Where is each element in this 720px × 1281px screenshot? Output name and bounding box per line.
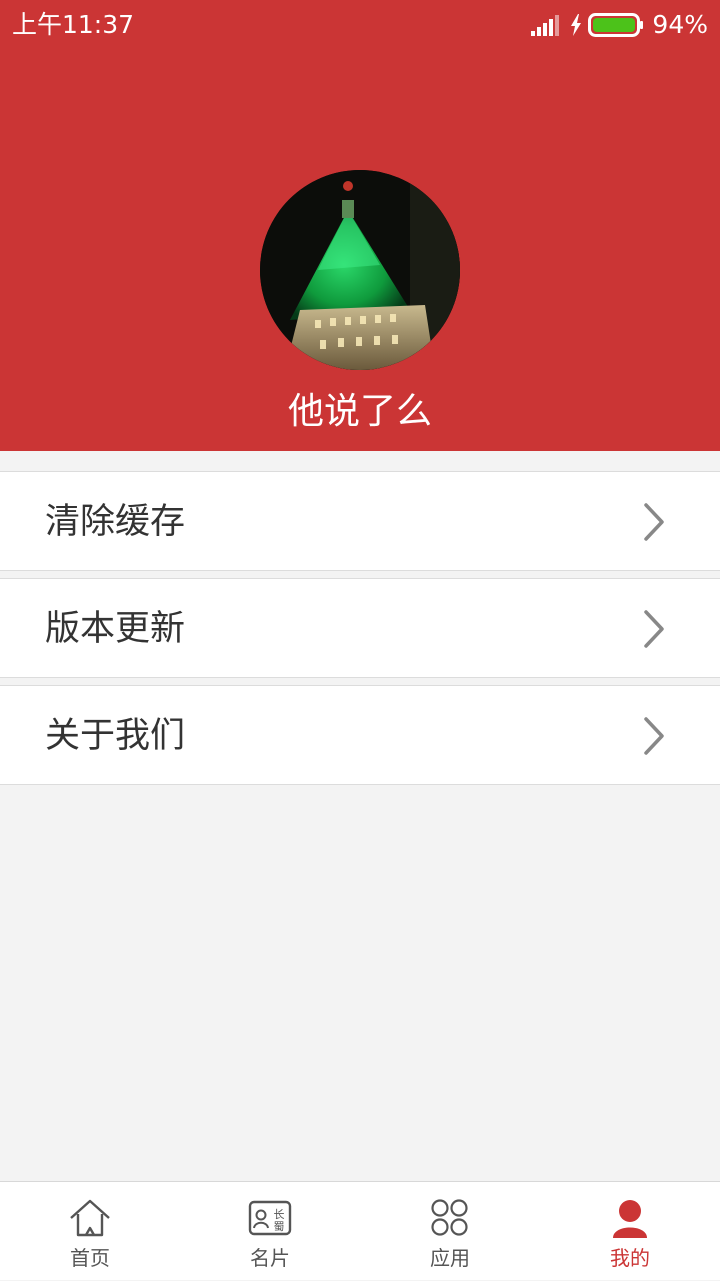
chevron-right-icon [644,610,664,648]
status-indicators: 94% [530,9,708,41]
status-bar: 上午11:37 94% [0,0,720,50]
tab-label: 我的 [610,1246,650,1270]
tab-label: 应用 [430,1246,470,1270]
tab-business-card[interactable]: 长 蜀 名片 [180,1182,360,1281]
tab-label: 首页 [70,1246,110,1270]
signal-icon [531,15,560,36]
battery-percentage: 94% [652,10,708,39]
charging-icon [571,14,582,36]
card-badge-char-2: 蜀 [274,1220,285,1233]
business-card-icon: 长 蜀 [248,1200,292,1236]
battery-icon [588,13,644,37]
tab-label: 名片 [250,1246,290,1270]
menu-item-clear-cache[interactable]: 清除缓存 [0,471,720,571]
menu-item-about-us[interactable]: 关于我们 [0,685,720,785]
apps-icon [431,1199,468,1236]
tab-mine[interactable]: 我的 [540,1182,720,1281]
chevron-right-icon [644,717,664,755]
menu-item-label: 清除缓存 [45,502,186,542]
avatar[interactable] [260,170,460,370]
person-icon [613,1200,647,1238]
profile-header: 上午11:37 94% 他说了么 [0,0,720,451]
status-time: 上午11:37 [12,10,135,39]
menu-item-label: 关于我们 [45,716,186,756]
username: 他说了么 [287,391,432,432]
home-icon [70,1199,110,1237]
menu-item-label: 版本更新 [45,609,186,649]
bottom-tab-bar: 首页 长 蜀 名片 应用 我的 [0,1181,720,1280]
menu-item-version-update[interactable]: 版本更新 [0,578,720,678]
tab-apps[interactable]: 应用 [360,1182,540,1281]
tab-home[interactable]: 首页 [0,1182,180,1281]
avatar-image [260,170,460,370]
chevron-right-icon [644,503,664,541]
